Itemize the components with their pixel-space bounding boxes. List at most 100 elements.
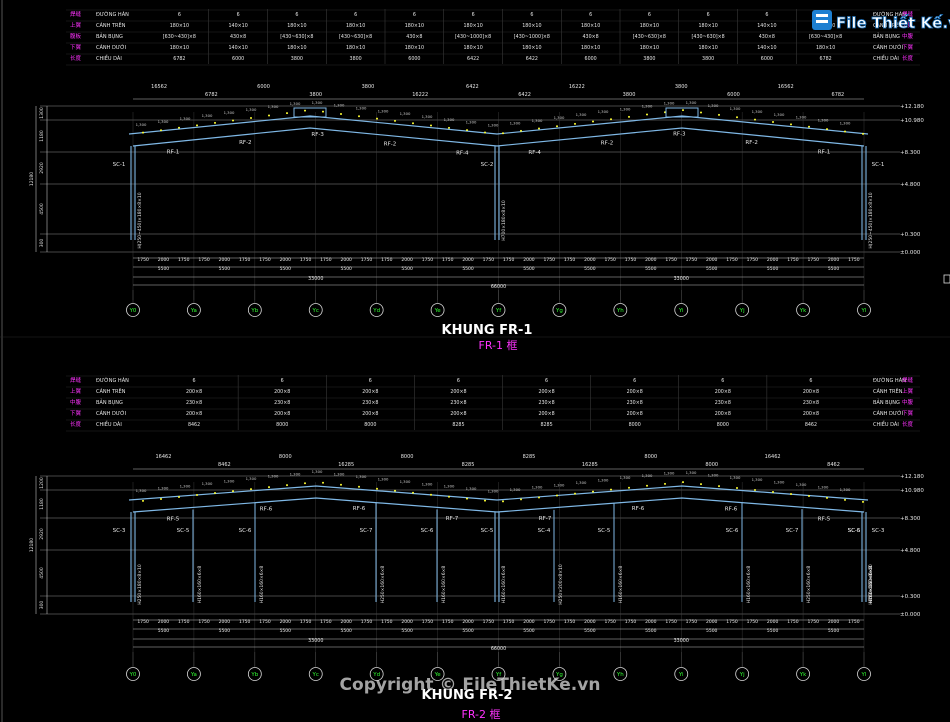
bay-small-label: 2000	[767, 619, 779, 625]
bay-small-label: 2000	[706, 619, 718, 625]
purlin-marker	[304, 482, 306, 485]
table-cell: 8462	[188, 422, 200, 428]
bay-small-label: 1750	[604, 257, 616, 263]
table-cell: 3800	[350, 56, 362, 62]
table-cell: 6	[178, 12, 181, 18]
bay-small-label: 1750	[787, 257, 799, 263]
bay-small-label: 1750	[686, 257, 698, 263]
bay-small-label: 2000	[401, 257, 413, 263]
level-label: +10.980	[900, 488, 924, 494]
table-code-left: 上翼	[70, 387, 82, 395]
table-label-left: BẢN BỤNG	[96, 32, 123, 40]
table-cell: 8285	[540, 422, 552, 428]
purlin-marker	[286, 484, 288, 487]
drawing-subtitle-fr-1: FR-1 框	[479, 339, 518, 352]
purlin-marker	[394, 119, 396, 122]
table-cell: 8285	[452, 422, 464, 428]
purlin-marker	[250, 488, 252, 491]
column-section-label: H(250~450)×180×8×10	[137, 192, 143, 248]
purlin-marker	[844, 498, 846, 501]
bay-small-label: 2000	[645, 257, 657, 263]
column-section-label: H250×180×8×10	[868, 564, 874, 605]
axis-bubble-label: Yi	[678, 308, 684, 314]
bay-small-label: 1750	[300, 619, 312, 625]
table-cell: 6	[281, 378, 284, 384]
level-label: +8.300	[900, 516, 921, 522]
purlin-marker	[610, 118, 612, 121]
roof-segment-label: 1,300	[268, 474, 279, 479]
top-dimension-label: 16562	[151, 84, 167, 90]
roof-segment-label: 1,300	[202, 481, 213, 486]
table-cell: 6	[530, 12, 533, 18]
table-code-left: 长度	[70, 54, 82, 62]
bay-small-label: 1750	[564, 257, 576, 263]
table-label-left: CÁNH TRÊN	[96, 21, 126, 29]
top-dimension-label: 16462	[765, 454, 781, 460]
purlin-marker	[430, 493, 432, 496]
left-total-dimension-label: 12180	[29, 538, 35, 552]
table-cell: 6782	[173, 56, 185, 62]
roof-segment-label: 1,300	[840, 120, 851, 125]
table-cell: 180×10	[698, 23, 717, 29]
table-cell: 180×10	[698, 45, 717, 51]
bay-small-label: 1750	[198, 619, 210, 625]
roof-segment-label: 1,300	[730, 106, 741, 111]
table-cell: 6	[193, 378, 196, 384]
table-cell: 140×10	[228, 23, 247, 29]
table-cell: 180×10	[287, 45, 306, 51]
table-code-left: 焊缝	[70, 376, 82, 384]
bay-mid-label: 5500	[401, 266, 413, 272]
purlin-marker	[358, 115, 360, 118]
table-cell: [630~430]×8	[163, 34, 196, 40]
rafter-label: RF-6	[353, 506, 366, 512]
roof-segment-label: 1,300	[554, 115, 565, 120]
table-code-right: 中腹	[902, 398, 914, 406]
table-cell: [630~430]×8	[809, 34, 842, 40]
bay-small-label: 1750	[361, 257, 373, 263]
axis-bubble-label: Yj	[739, 672, 745, 678]
purlin-marker	[808, 494, 810, 497]
table-label-right: CHIỀU DÀI	[873, 54, 899, 62]
left-dimension-label: 1200	[39, 477, 45, 489]
top-dimension-label: 3800	[623, 92, 636, 98]
table-cell: 200×8	[362, 389, 378, 395]
roof-segment-label: 1,300	[136, 122, 147, 127]
table-cell: 430×8	[230, 34, 246, 40]
table-cell: 180×10	[640, 45, 659, 51]
table-cell: 180×10	[170, 23, 189, 29]
roof-segment-label: 1,300	[422, 114, 433, 119]
bay-mid-label: 5500	[706, 628, 718, 634]
table-cell: 6	[589, 12, 592, 18]
file-logo-icon	[812, 10, 832, 30]
column-section-label: H250×160×6×8	[806, 566, 812, 604]
roof-segment-label: 1,300	[774, 480, 785, 485]
bay-small-label: 2000	[158, 257, 170, 263]
canvas-background	[0, 0, 950, 722]
table-cell: 200×8	[274, 411, 290, 417]
purlin-marker	[178, 495, 180, 498]
roof-segment-label: 1,300	[620, 475, 631, 480]
purlin-marker	[736, 487, 738, 490]
table-code-left: 中腹	[70, 398, 82, 406]
purlin-marker	[214, 121, 216, 124]
purlin-marker	[448, 126, 450, 129]
bay-small-label: 1750	[320, 619, 332, 625]
purlin-marker	[430, 124, 432, 127]
level-label: +0.300	[900, 594, 921, 600]
table-cell: 180×10	[346, 23, 365, 29]
axis-bubble-label: Yk	[799, 308, 807, 314]
column-section-label: H250×160×6×8	[380, 566, 386, 604]
rafter-label: RF-3	[311, 132, 324, 138]
table-code-right: 长度	[902, 420, 914, 428]
column-section-label: H160×160×6×8	[197, 566, 203, 604]
table-cell: 3800	[291, 56, 303, 62]
table-code-right: 下翼	[902, 44, 914, 51]
purlin-marker	[484, 131, 486, 134]
purlin-marker	[862, 132, 864, 135]
bay-mid-label: 5500	[401, 628, 413, 634]
top-dimension-label: 16462	[156, 454, 172, 460]
column-section-label: H250×180×8×10	[137, 564, 143, 605]
purlin-marker	[376, 117, 378, 120]
bay-mid-label: 5500	[584, 266, 596, 272]
table-cell: 6000	[408, 56, 420, 62]
